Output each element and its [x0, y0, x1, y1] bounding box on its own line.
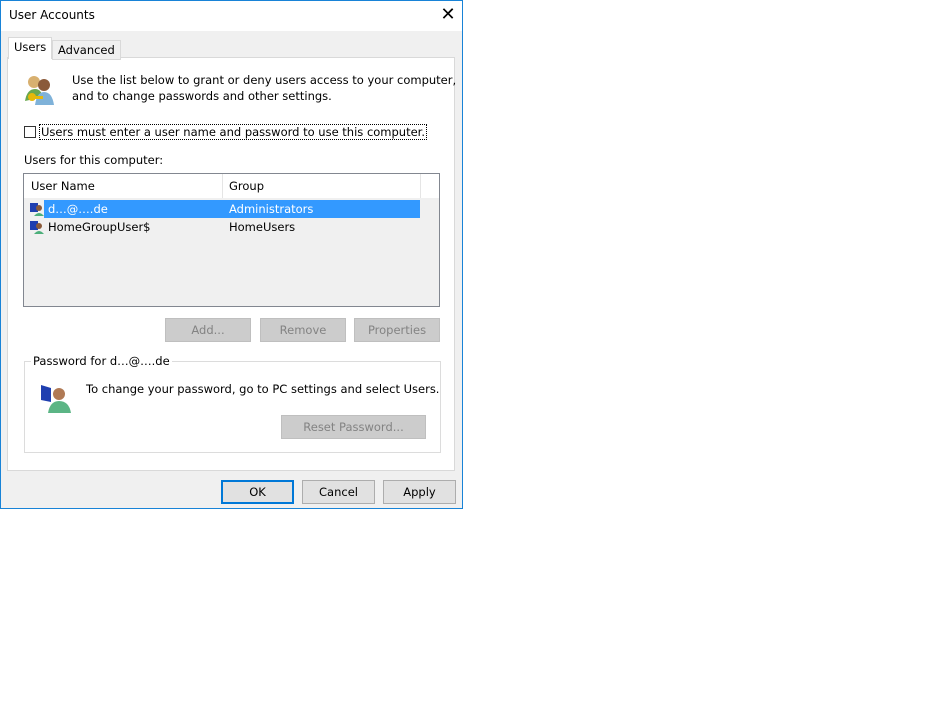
user-accounts-dialog: User Accounts ✕ Users Advanced Use the l… — [0, 0, 463, 509]
user-name: d…@….de — [48, 202, 108, 216]
intro-line-1: Use the list below to grant or deny user… — [72, 73, 457, 87]
require-password-label[interactable]: Users must enter a user name and passwor… — [39, 124, 428, 140]
users-list-label: Users for this computer: — [24, 153, 164, 167]
column-header-group[interactable]: Group — [223, 174, 421, 198]
apply-button[interactable]: Apply — [383, 480, 456, 504]
close-button[interactable]: ✕ — [437, 4, 459, 26]
window-title: User Accounts — [9, 8, 95, 22]
table-row[interactable]: d…@….de Administrators — [44, 200, 420, 218]
title-bar: User Accounts ✕ — [1, 1, 462, 31]
table-row[interactable]: HomeGroupUser$ HomeUsers — [44, 218, 420, 236]
tab-users[interactable]: Users — [8, 37, 53, 59]
user-icon — [30, 203, 44, 216]
password-group-title: Password for d…@….de — [31, 354, 172, 368]
remove-button[interactable]: Remove — [260, 318, 346, 342]
intro-line-2: and to change passwords and other settin… — [72, 89, 332, 103]
properties-button[interactable]: Properties — [354, 318, 440, 342]
tab-advanced[interactable]: Advanced — [52, 40, 121, 60]
require-password-checkbox[interactable] — [24, 126, 36, 138]
add-button[interactable]: Add... — [165, 318, 251, 342]
users-keys-icon — [25, 76, 54, 105]
ok-button[interactable]: OK — [221, 480, 294, 504]
password-info-text: To change your password, go to PC settin… — [86, 382, 440, 396]
user-group: HomeUsers — [229, 220, 296, 234]
column-header-user-name[interactable]: User Name — [24, 174, 223, 198]
user-group: Administrators — [229, 202, 314, 216]
cancel-button[interactable]: Cancel — [302, 480, 375, 504]
user-icon — [30, 221, 44, 234]
user-name: HomeGroupUser$ — [48, 220, 151, 234]
reset-password-button[interactable]: Reset Password... — [281, 415, 426, 439]
password-group — [24, 361, 441, 453]
user-computer-icon — [41, 385, 71, 413]
users-list[interactable]: User Name Group d…@….de Administrators H… — [23, 173, 440, 307]
